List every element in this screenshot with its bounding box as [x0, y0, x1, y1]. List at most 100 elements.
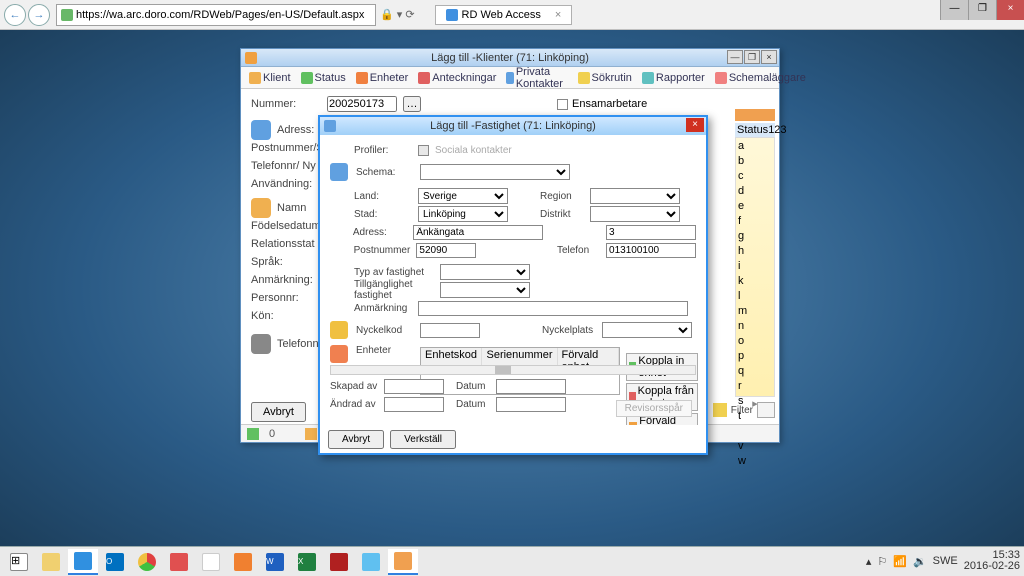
schema-select[interactable] — [420, 164, 570, 180]
fastighet-avbryt-button[interactable]: Avbryt — [328, 430, 384, 449]
window-controls: — ❐ × — [940, 0, 1024, 20]
tb-ie[interactable] — [68, 549, 98, 575]
tb-app3[interactable] — [228, 549, 258, 575]
andrad-datum-label: Datum — [456, 399, 490, 410]
tb-chrome[interactable] — [132, 549, 162, 575]
dlg-postnummer-label: Postnummer — [354, 245, 411, 256]
sprak-label: Språk: — [251, 256, 321, 268]
minimize-button[interactable]: — — [940, 0, 968, 20]
fastighet-title: Lägg till -Fastighet (71: Linköping) — [430, 120, 596, 132]
maximize-button[interactable]: ❐ — [968, 0, 996, 20]
ensam-checkbox[interactable] — [557, 99, 568, 110]
side-item[interactable]: n — [738, 320, 772, 332]
side-item[interactable]: e — [738, 200, 772, 212]
tray-clock[interactable]: 15:33 2016-02-26 — [964, 550, 1020, 572]
tb-klient[interactable]: Klient — [245, 71, 295, 85]
side-item[interactable]: w — [738, 455, 772, 467]
anm-label: Anmärkning — [354, 303, 412, 314]
fastighet-verkstall-button[interactable]: Verkställ — [390, 430, 456, 449]
adress-input[interactable] — [413, 225, 543, 240]
tb-enheter[interactable]: Enheter — [352, 71, 413, 85]
forward-button[interactable]: → — [28, 4, 50, 26]
side-item[interactable]: o — [738, 335, 772, 347]
tb-privata[interactable]: Privata Kontakter — [502, 65, 571, 91]
fastighet-close-button[interactable]: × — [686, 118, 704, 132]
adress-nr-input[interactable] — [606, 225, 696, 240]
anm-input[interactable] — [418, 301, 688, 316]
tray-up-icon[interactable]: ▴ — [866, 555, 872, 568]
tb-sokrutin[interactable]: Sökrutin — [574, 71, 636, 85]
side-item[interactable]: l — [738, 290, 772, 302]
nyckelplats-label: Nyckelplats — [542, 325, 596, 336]
distrikt-select[interactable] — [590, 206, 680, 222]
side-item[interactable]: d — [738, 185, 772, 197]
side-item[interactable]: k — [738, 275, 772, 287]
side-item[interactable]: a — [738, 140, 772, 152]
tb-app1[interactable] — [164, 549, 194, 575]
klienter-maximize[interactable]: ❐ — [744, 50, 760, 64]
side-item[interactable]: m — [738, 305, 772, 317]
filter-dropdown[interactable] — [757, 402, 775, 418]
side-item[interactable]: i — [738, 260, 772, 272]
nyckelkod-input[interactable] — [420, 323, 480, 338]
klienter-minimize[interactable]: — — [727, 50, 743, 64]
back-button[interactable]: ← — [4, 4, 26, 26]
nyckelplats-select[interactable] — [602, 322, 692, 338]
tray-sound-icon[interactable]: 🔉 — [913, 555, 927, 568]
person-section-icon — [251, 198, 271, 218]
tb-outlook[interactable]: O — [100, 549, 130, 575]
side-item[interactable]: f — [738, 215, 772, 227]
typ-select[interactable] — [440, 264, 530, 280]
tb-rapporter[interactable]: Rapporter — [638, 71, 709, 85]
tb-anteckningar[interactable]: Anteckningar — [414, 71, 500, 85]
anmarkning-label: Anmärkning: — [251, 274, 321, 286]
fastighet-dialog: Lägg till -Fastighet (71: Linköping) × P… — [318, 115, 708, 455]
phone-section-icon — [251, 334, 271, 354]
status-list[interactable]: abcdefghiklmnopqrstuvw — [735, 137, 775, 397]
side-item[interactable]: q — [738, 365, 772, 377]
close-tab-icon[interactable]: × — [555, 9, 561, 21]
app-icon — [245, 52, 257, 64]
tillg-select[interactable] — [440, 282, 530, 298]
tab-rd-web-access[interactable]: RD Web Access × — [435, 5, 573, 25]
tb-app2[interactable] — [196, 549, 226, 575]
start-button[interactable]: ⊞ — [4, 549, 34, 575]
skapad-datum-label: Datum — [456, 381, 490, 392]
status-count: 0 — [269, 428, 275, 440]
side-item[interactable]: h — [738, 245, 772, 257]
horizontal-scrollbar[interactable] — [330, 365, 696, 375]
nummer-input[interactable] — [327, 96, 397, 112]
tb-schema[interactable]: Schemaläggare — [711, 71, 810, 85]
klienter-close[interactable]: × — [761, 50, 777, 64]
close-button[interactable]: × — [996, 0, 1024, 20]
browser-title-bar: ← → https://wa.arc.doro.com/RDWeb/Pages/… — [0, 0, 1024, 30]
tb-paint[interactable] — [356, 549, 386, 575]
status-side-column: Status123 abcdefghiklmnopqrstuvw ▸ — [735, 109, 775, 412]
side-item[interactable]: c — [738, 170, 772, 182]
telefon-input[interactable] — [606, 243, 696, 258]
postnummer-input[interactable] — [416, 243, 476, 258]
tray-flag-icon[interactable]: ⚐ — [877, 555, 887, 568]
klienter-avbryt-button[interactable]: Avbryt — [251, 402, 306, 422]
tb-excel[interactable]: X — [292, 549, 322, 575]
klienter-titlebar: Lägg till -Klienter (71: Linköping) — ❐ … — [241, 49, 779, 67]
filter-label: Filter — [731, 405, 753, 416]
nummer-lookup[interactable]: … — [403, 96, 421, 112]
land-select[interactable]: Sverige — [418, 188, 508, 204]
side-item[interactable]: p — [738, 350, 772, 362]
stad-select[interactable]: Linköping — [418, 206, 508, 222]
tray-network-icon[interactable]: 📶 — [893, 555, 907, 568]
tb-word[interactable]: W — [260, 549, 290, 575]
tb-running-app[interactable] — [388, 549, 418, 575]
tray-lang[interactable]: SWE — [933, 555, 958, 567]
anvandning-label: Användning: — [251, 178, 321, 190]
tb-acrobat[interactable] — [324, 549, 354, 575]
fodelsedatum-label: Födelsedatum — [251, 220, 321, 232]
tb-explorer[interactable] — [36, 549, 66, 575]
side-item[interactable]: g — [738, 230, 772, 242]
side-item[interactable]: r — [738, 380, 772, 392]
address-bar[interactable]: https://wa.arc.doro.com/RDWeb/Pages/en-U… — [56, 4, 376, 26]
tb-status[interactable]: Status — [297, 71, 350, 85]
region-select[interactable] — [590, 188, 680, 204]
side-item[interactable]: b — [738, 155, 772, 167]
